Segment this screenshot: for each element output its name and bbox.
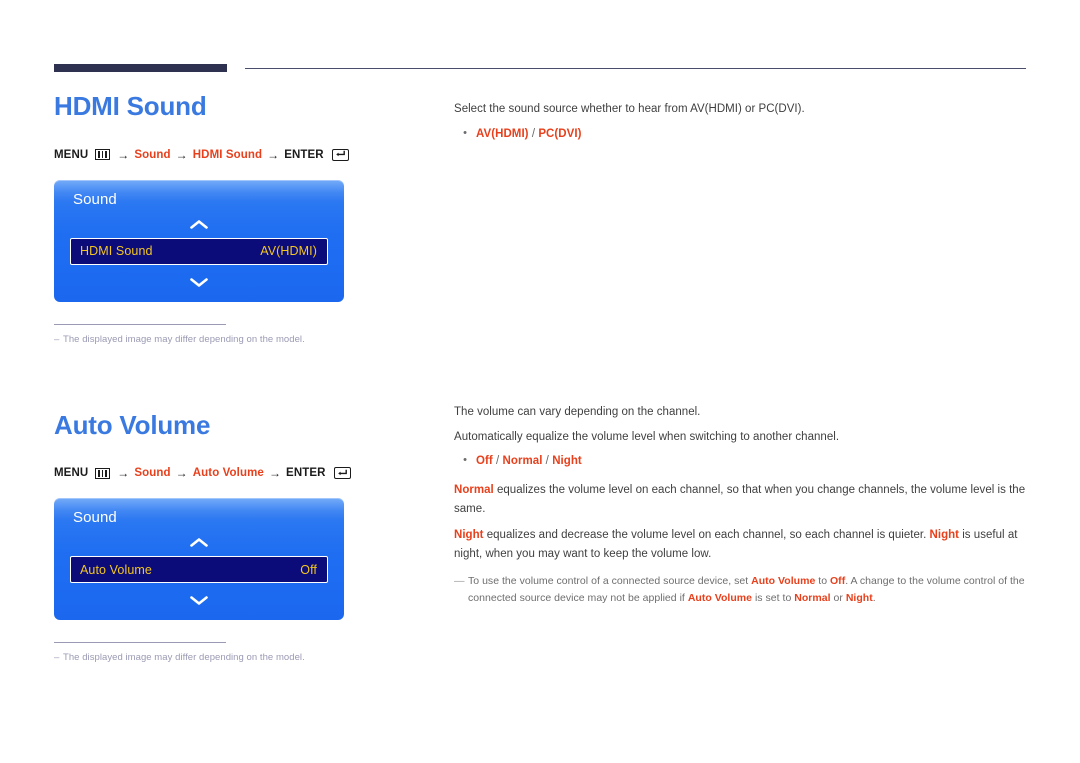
keyword-night-3: Night [845, 592, 873, 605]
right-column: Select the sound source whether to hear … [454, 100, 1034, 604]
page-title-auto-volume: Auto Volume [54, 409, 211, 440]
enter-return-icon [333, 467, 351, 480]
menu-path-arrow-1: → [117, 466, 130, 481]
note-t4: is set to [752, 592, 795, 605]
image-note-auto-volume: – The displayed image may differ dependin… [54, 642, 344, 663]
auto-volume-options-bullet: • Off / Normal / Night [454, 452, 1034, 471]
osd-menu-title: Sound [73, 190, 117, 208]
osd-row-hdmi-sound[interactable]: HDMI Sound AV(HDMI) [70, 237, 328, 265]
osd-row-label: HDMI Sound [80, 244, 153, 259]
keyword-off: Off [830, 575, 846, 588]
header-rule [54, 64, 1026, 76]
image-note-hdmi-sound: – The displayed image may differ dependin… [54, 323, 344, 345]
option-av-hdmi: AV(HDMI) [476, 127, 529, 140]
menu-path-enter-label: ENTER [284, 148, 324, 161]
chevron-down-icon[interactable] [54, 593, 344, 607]
keyword-normal: Normal [454, 483, 494, 496]
menu-path-hdmi-sound: MENU → Sound → HDMI Sound → ENTER [54, 148, 434, 162]
bullet-marker: • [463, 126, 467, 139]
menu-path-step-auto-volume: Auto Volume [192, 467, 264, 480]
osd-menu-title: Sound [73, 509, 117, 527]
body-auto-volume: The volume can vary depending on the cha… [454, 403, 1034, 607]
auto-volume-para-normal: Normal equalizes the volume level on eac… [454, 481, 1034, 518]
note-t6: . [872, 592, 876, 605]
hdmi-sound-options-bullet: • AV(HDMI) / PC(DVI) [454, 125, 1034, 144]
menu-path-menu-label-2: MENU [54, 467, 89, 480]
menu-bars-icon [95, 149, 111, 161]
menu-path-arrow-2: → [175, 147, 188, 162]
option-separator-1: / [492, 455, 503, 468]
option-separator-2: / [542, 455, 553, 468]
option-pc-dvi: PC(DVI) [538, 127, 582, 140]
manual-page: HDMI Sound MENU → Sound → HDMI Sound → E… [0, 0, 1080, 763]
menu-path-step-sound: Sound [134, 148, 171, 161]
chevron-down-icon[interactable] [54, 275, 344, 289]
osd-row-value: AV(HDMI) [260, 244, 317, 259]
auto-volume-para-night: Night equalizes and decrease the volume … [454, 526, 1034, 563]
auto-volume-note: — To use the volume control of a connecte… [454, 573, 1034, 607]
hdmi-sound-intro: Select the sound source whether to hear … [454, 103, 805, 115]
menu-bars-icon [95, 467, 111, 479]
image-note-divider [54, 323, 226, 325]
keyword-night-1: Night [454, 529, 484, 542]
chevron-up-icon[interactable] [54, 218, 344, 232]
image-note-text-wrap: – The displayed image may differ dependin… [54, 652, 344, 663]
keyword-normal-2: Normal [794, 592, 831, 605]
menu-path-arrow-3: → [268, 466, 282, 481]
header-rule-thick [54, 64, 227, 72]
auto-volume-para-2: Automatically equalize the volume level … [454, 430, 840, 443]
body-hdmi-sound: Select the sound source whether to hear … [454, 100, 1034, 143]
keyword-auto-volume-2: Auto Volume [687, 592, 753, 605]
note-t1: To use the volume control of a connected… [468, 575, 752, 588]
auto-volume-options: Off / Normal / Night [476, 452, 582, 471]
menu-path-auto-volume: MENU → Sound → Auto Volume → ENTER [54, 466, 434, 480]
image-note-divider [54, 642, 226, 644]
hdmi-sound-options: AV(HDMI) / PC(DVI) [476, 125, 581, 144]
osd-row-value: Off [300, 562, 317, 577]
option-off: Off [476, 455, 493, 468]
image-note-text: The displayed image may differ depending… [63, 652, 305, 664]
image-note-text-wrap: – The displayed image may differ dependin… [54, 334, 344, 345]
menu-path-step-sound-2: Sound [134, 467, 171, 480]
enter-return-icon [331, 148, 349, 161]
menu-path-arrow-3: → [267, 147, 280, 162]
header-rule-thin [245, 68, 1026, 69]
section-hdmi-sound: HDMI Sound MENU → Sound → HDMI Sound → E… [54, 92, 434, 345]
bullet-marker: • [463, 454, 467, 467]
chevron-up-icon[interactable] [54, 536, 344, 550]
option-normal: Normal [502, 455, 543, 468]
option-separator: / [528, 127, 539, 140]
option-night: Night [552, 455, 582, 468]
image-note-dash: – [54, 652, 60, 664]
menu-path-arrow-1: → [117, 147, 130, 162]
image-note-text: The displayed image may differ depending… [63, 333, 305, 345]
osd-preview-auto-volume: Sound Auto Volume Off [54, 498, 344, 621]
auto-volume-para-normal-rest: equalizes the volume level on each chann… [454, 483, 1026, 515]
auto-volume-para-1: The volume can vary depending on the cha… [454, 406, 701, 418]
note-t5: or [830, 592, 846, 605]
menu-path-step-hdmi-sound: HDMI Sound [192, 148, 263, 161]
osd-row-auto-volume[interactable]: Auto Volume Off [70, 556, 328, 584]
keyword-auto-volume-1: Auto Volume [751, 575, 816, 588]
image-note-dash: – [54, 333, 60, 345]
note-t2: to [815, 575, 830, 588]
page-title-hdmi-sound: HDMI Sound [54, 91, 207, 121]
menu-path-menu-label: MENU [54, 148, 89, 161]
auto-volume-para-night-mid: equalizes and decrease the volume level … [483, 529, 930, 542]
keyword-night-2: Night [929, 529, 960, 542]
section-auto-volume: Auto Volume MENU → Sound → Auto Volume →… [54, 409, 434, 663]
menu-path-arrow-2: → [175, 466, 188, 481]
osd-row-label: Auto Volume [80, 562, 152, 577]
menu-path-enter-label-2: ENTER [286, 467, 326, 480]
osd-preview-hdmi-sound: Sound HDMI Sound AV(HDMI) [54, 179, 344, 302]
note-emdash: — [454, 575, 465, 588]
left-column: HDMI Sound MENU → Sound → HDMI Sound → E… [54, 92, 434, 663]
